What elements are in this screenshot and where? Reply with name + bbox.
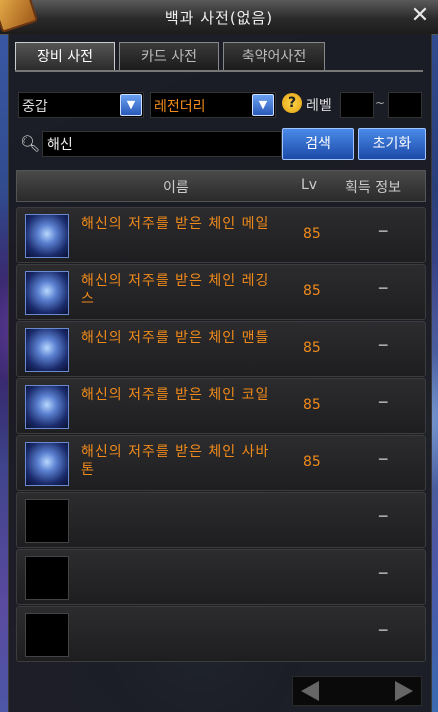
search-input[interactable] xyxy=(42,131,282,157)
column-acquisition: 획득 정보 xyxy=(345,180,401,196)
level-range-separator: ~ xyxy=(375,96,386,110)
item-level: 85 xyxy=(303,397,321,413)
chain-coil-icon[interactable] xyxy=(25,385,69,429)
empty-slot xyxy=(25,556,69,600)
item-level: 85 xyxy=(303,283,321,299)
table-row[interactable]: 해신의 저주를 받은 체인 맨틀 85 ─ xyxy=(16,321,426,377)
item-acquisition: ─ xyxy=(379,509,388,525)
item-acquisition: ─ xyxy=(379,224,388,240)
category-value: 중갑 xyxy=(22,99,48,115)
table-row[interactable]: 해신의 저주를 받은 체인 코일 85 ─ xyxy=(16,378,426,434)
table-row: ─ xyxy=(16,492,426,548)
table-row[interactable]: 해신의 저주를 받은 체인 사바톤 85 ─ xyxy=(16,435,426,491)
chain-sabaton-icon[interactable] xyxy=(25,442,69,486)
item-level: 85 xyxy=(303,340,321,356)
table-row: ─ xyxy=(16,606,426,662)
item-name: 해신의 저주를 받은 체인 사바톤 xyxy=(81,444,270,478)
chain-mail-icon[interactable] xyxy=(25,214,69,258)
level-max-input[interactable] xyxy=(388,92,422,118)
title-bar[interactable]: 백과 사전(없음) ✕ xyxy=(0,0,438,35)
pagination xyxy=(292,676,422,706)
item-acquisition: ─ xyxy=(379,395,388,411)
table-header: 이름 Lv 획득 정보 xyxy=(16,170,426,202)
chain-leggings-icon[interactable] xyxy=(25,271,69,315)
item-acquisition: ─ xyxy=(379,281,388,297)
chevron-down-icon[interactable]: ▼ xyxy=(252,94,274,116)
search-icon: 🔍︎ xyxy=(20,134,41,153)
level-label: 레벨 xyxy=(306,98,332,114)
next-page-icon[interactable] xyxy=(395,681,413,701)
item-name: 해신의 저주를 받은 체인 메일 xyxy=(81,216,270,232)
level-min-input[interactable] xyxy=(340,92,374,118)
item-level: 85 xyxy=(303,454,321,470)
encyclopedia-window: 백과 사전(없음) ✕ 장비 사전 카드 사전 축약어사전 중갑 ▼ 레전더리 … xyxy=(0,0,438,712)
table-row[interactable]: 해신의 저주를 받은 체인 레깅스 85 ─ xyxy=(16,264,426,320)
table-row[interactable]: 해신의 저주를 받은 체인 메일 85 ─ xyxy=(16,207,426,263)
item-name: 해신의 저주를 받은 체인 레깅스 xyxy=(81,273,270,307)
chain-mantle-icon[interactable] xyxy=(25,328,69,372)
empty-slot xyxy=(25,613,69,657)
close-button[interactable]: ✕ xyxy=(408,5,432,29)
category-dropdown[interactable]: 중갑 ▼ xyxy=(18,92,144,118)
item-acquisition: ─ xyxy=(379,566,388,582)
item-name: 해신의 저주를 받은 체인 맨틀 xyxy=(81,330,270,346)
help-icon[interactable]: ? xyxy=(282,93,302,113)
item-acquisition: ─ xyxy=(379,338,388,354)
tab-equipment[interactable]: 장비 사전 xyxy=(15,42,115,72)
column-name: 이름 xyxy=(163,180,189,196)
item-level: 85 xyxy=(303,226,321,242)
table-row: ─ xyxy=(16,549,426,605)
item-name: 해신의 저주를 받은 체인 코일 xyxy=(81,387,270,403)
previous-page-icon[interactable] xyxy=(301,681,319,701)
search-button[interactable]: 검색 xyxy=(282,128,354,160)
window-title: 백과 사전(없음) xyxy=(164,9,274,27)
reset-button[interactable]: 초기화 xyxy=(358,128,426,160)
rarity-dropdown[interactable]: 레전더리 ▼ xyxy=(150,92,276,118)
chevron-down-icon[interactable]: ▼ xyxy=(120,94,142,116)
tab-abbreviations[interactable]: 축약어사전 xyxy=(223,42,325,72)
tab-cards[interactable]: 카드 사전 xyxy=(119,42,219,72)
empty-slot xyxy=(25,499,69,543)
item-acquisition: ─ xyxy=(379,623,388,639)
rarity-value: 레전더리 xyxy=(154,99,206,115)
column-level: Lv xyxy=(301,177,318,193)
tab-divider xyxy=(15,70,423,72)
item-acquisition: ─ xyxy=(379,452,388,468)
